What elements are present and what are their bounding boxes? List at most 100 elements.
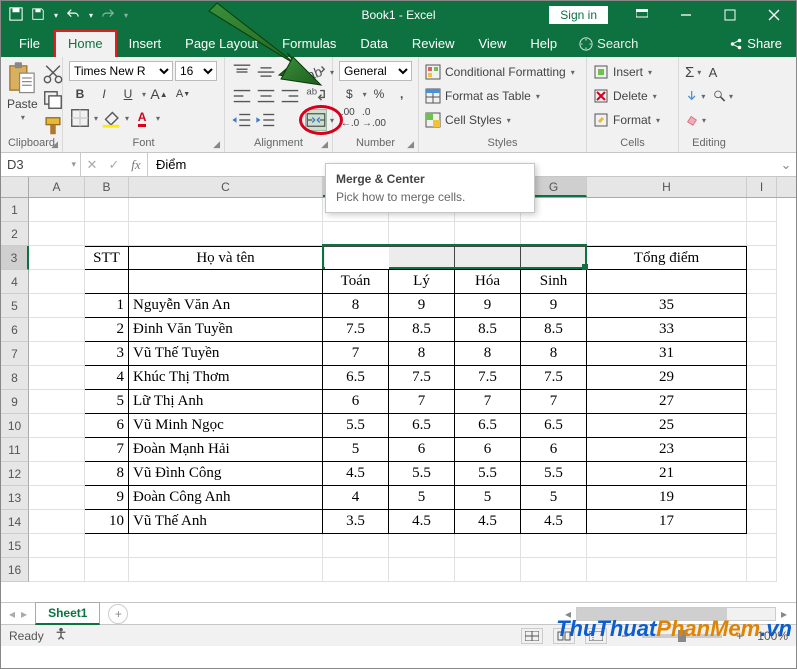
cell[interactable]: 5 [389, 486, 455, 510]
cell[interactable]: 6.5 [521, 414, 587, 438]
conditional-formatting-button[interactable]: Conditional Formatting▾ [425, 61, 580, 83]
row-header-12[interactable]: 12 [1, 462, 29, 486]
dialog-launcher-icon[interactable]: ◢ [51, 139, 58, 150]
expand-formula-bar-icon[interactable]: ⌄ [776, 153, 796, 176]
cell[interactable]: 8 [455, 342, 521, 366]
cell[interactable] [747, 270, 777, 294]
cell[interactable]: 33 [587, 318, 747, 342]
decrease-decimal-icon[interactable]: .0→.00 [363, 107, 385, 129]
cell[interactable]: 8 [389, 342, 455, 366]
qat-dropdown-icon[interactable]: ▾ [54, 11, 58, 20]
row-header-9[interactable]: 9 [1, 390, 29, 414]
cell[interactable] [455, 246, 521, 270]
find-icon[interactable] [713, 89, 726, 103]
accessibility-icon[interactable] [54, 627, 68, 644]
row-header-15[interactable]: 15 [1, 534, 29, 558]
percent-format-icon[interactable]: % [369, 83, 390, 105]
font-size-select[interactable]: 16 [175, 61, 217, 81]
cut-icon[interactable] [42, 63, 64, 85]
fx-icon[interactable]: fx [125, 157, 147, 173]
cell[interactable] [29, 222, 85, 246]
cell[interactable]: 6 [389, 438, 455, 462]
font-color-icon[interactable]: A [131, 107, 153, 129]
cell[interactable] [29, 558, 85, 582]
sheet-tab-sheet1[interactable]: Sheet1 [35, 602, 100, 625]
comma-format-icon[interactable]: , [391, 83, 412, 105]
cell[interactable]: Nguyễn Văn An [129, 294, 323, 318]
align-center-icon[interactable] [255, 85, 277, 107]
cell[interactable]: 19 [587, 486, 747, 510]
cell[interactable] [29, 462, 85, 486]
format-as-table-button[interactable]: Format as Table▾ [425, 85, 580, 107]
select-all-corner[interactable] [1, 177, 29, 197]
cell[interactable] [747, 198, 777, 222]
cell[interactable]: 7 [389, 390, 455, 414]
row-header-3[interactable]: 3 [1, 246, 29, 270]
cell[interactable] [389, 534, 455, 558]
cell[interactable] [521, 558, 587, 582]
cell[interactable] [747, 414, 777, 438]
cell[interactable]: 7 [323, 342, 389, 366]
cell[interactable]: 7 [521, 390, 587, 414]
cell[interactable]: 29 [587, 366, 747, 390]
paste-button[interactable]: Paste ▾ [7, 61, 38, 137]
cell[interactable]: 5 [323, 438, 389, 462]
cell[interactable] [747, 294, 777, 318]
cell-styles-button[interactable]: Cell Styles▾ [425, 109, 580, 131]
row-header-14[interactable]: 14 [1, 510, 29, 534]
cell[interactable]: 5 [455, 486, 521, 510]
cell[interactable]: Hóa [455, 270, 521, 294]
cell[interactable]: 8 [323, 294, 389, 318]
cell[interactable]: 5.5 [521, 462, 587, 486]
cell[interactable]: 5 [85, 390, 129, 414]
tab-insert[interactable]: Insert [117, 30, 174, 57]
cell[interactable]: 4.5 [521, 510, 587, 534]
dialog-launcher-icon[interactable]: ◢ [407, 139, 414, 150]
tab-formulas[interactable]: Formulas [270, 30, 348, 57]
cell[interactable] [521, 246, 587, 270]
cell[interactable]: 6 [85, 414, 129, 438]
row-header-1[interactable]: 1 [1, 198, 29, 222]
underline-button[interactable]: U [117, 83, 139, 105]
row-header-5[interactable]: 5 [1, 294, 29, 318]
cell[interactable] [747, 246, 777, 270]
column-header-A[interactable]: A [29, 177, 85, 197]
cell[interactable] [747, 462, 777, 486]
tell-me-search[interactable]: Search [569, 30, 648, 57]
cell[interactable]: 21 [587, 462, 747, 486]
cell[interactable] [747, 438, 777, 462]
new-sheet-button[interactable]: + [108, 604, 128, 624]
cell[interactable]: 8.5 [521, 318, 587, 342]
share-button[interactable]: Share [715, 30, 796, 57]
enter-formula-icon[interactable]: ✓ [103, 157, 125, 173]
cell[interactable] [85, 222, 129, 246]
cell[interactable] [85, 198, 129, 222]
number-format-select[interactable]: General [339, 61, 412, 81]
tab-data[interactable]: Data [348, 30, 399, 57]
row-header-6[interactable]: 6 [1, 318, 29, 342]
cell[interactable] [29, 390, 85, 414]
clear-button[interactable]: ▾ [685, 109, 733, 131]
italic-button[interactable]: I [93, 83, 115, 105]
copy-icon[interactable] [42, 89, 64, 111]
cell[interactable]: Toán [323, 270, 389, 294]
cell[interactable]: 6.5 [323, 366, 389, 390]
cell[interactable]: 3 [85, 342, 129, 366]
cell[interactable] [521, 222, 587, 246]
cell[interactable]: 3.5 [323, 510, 389, 534]
cell[interactable] [29, 414, 85, 438]
autosave-icon[interactable] [9, 7, 23, 24]
cell[interactable] [747, 318, 777, 342]
cell[interactable]: 5.5 [455, 462, 521, 486]
cell[interactable] [323, 558, 389, 582]
cell[interactable]: Đinh Văn Tuyền [129, 318, 323, 342]
dialog-launcher-icon[interactable]: ◢ [213, 139, 220, 150]
cell[interactable] [29, 342, 85, 366]
cell[interactable] [29, 510, 85, 534]
ribbon-display-icon[interactable] [620, 1, 664, 29]
cell[interactable]: Điểm [323, 246, 389, 270]
cell[interactable] [521, 534, 587, 558]
cell[interactable] [455, 534, 521, 558]
cell[interactable]: 7.5 [455, 366, 521, 390]
column-header-I[interactable]: I [747, 177, 777, 197]
